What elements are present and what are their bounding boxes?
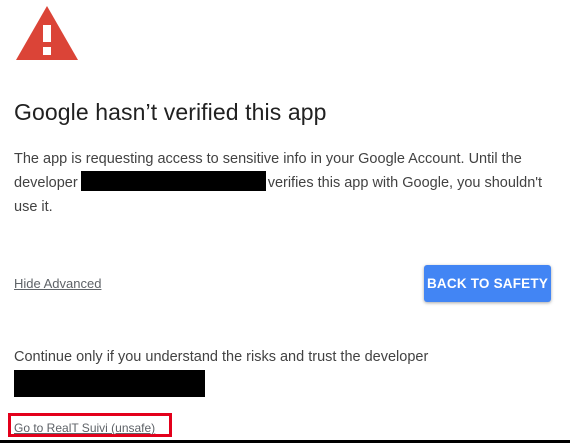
hide-advanced-link[interactable]: Hide Advanced — [14, 276, 101, 291]
warning-icon — [14, 4, 80, 62]
page-title: Google hasn’t verified this app — [14, 99, 327, 125]
back-to-safety-button[interactable]: BACK TO SAFETY — [424, 265, 551, 302]
redacted-developer-name — [80, 171, 266, 191]
description-text: The app is requesting access to sensitiv… — [14, 147, 564, 219]
go-to-unsafe-link[interactable]: Go to RealT Suivi (unsafe) — [14, 421, 155, 435]
continue-warning-text: Continue only if you understand the risk… — [14, 349, 429, 365]
redacted-developer-block — [14, 370, 205, 397]
